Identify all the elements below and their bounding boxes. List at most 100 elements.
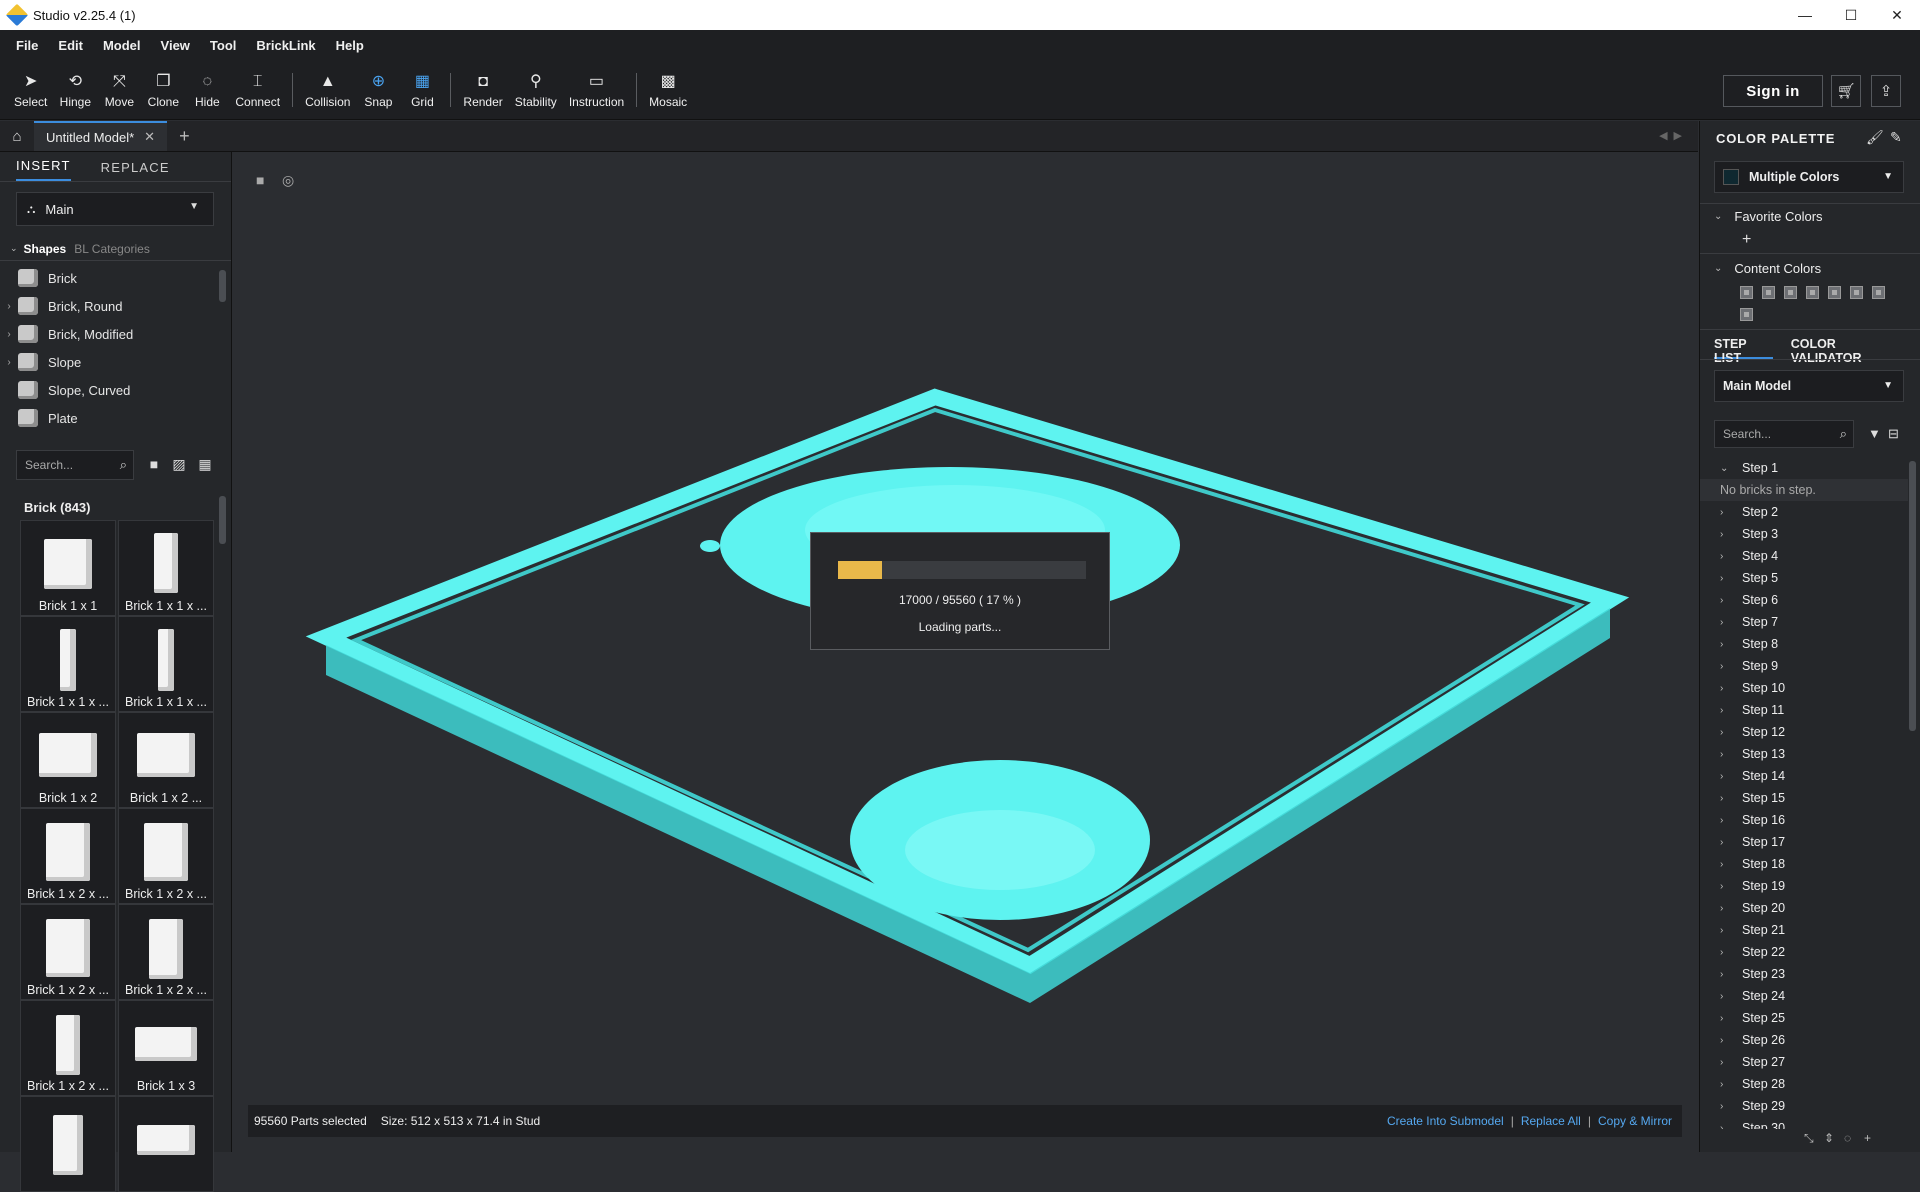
part-tile[interactable]: Brick 1 x 2 ...	[118, 712, 214, 808]
bl-categories-tab[interactable]: BL Categories	[74, 242, 150, 256]
step-item[interactable]: › Step 25	[1700, 1007, 1908, 1029]
chevron-right-icon[interactable]: ›	[1720, 617, 1732, 628]
step-item[interactable]: › Step 13	[1700, 743, 1908, 765]
tab-replace[interactable]: REPLACE	[101, 160, 170, 181]
chevron-right-icon[interactable]: ›	[1720, 573, 1732, 584]
category-item[interactable]: › Brick, Modified	[0, 320, 220, 348]
step-item[interactable]: › Step 18	[1700, 853, 1908, 875]
stability-tool-button[interactable]: ⚲ Stability	[509, 64, 563, 116]
tab-step-list[interactable]: STEP LIST	[1714, 331, 1773, 365]
step-item[interactable]: › Step 29	[1700, 1095, 1908, 1117]
view-toggle-icon[interactable]: ⊟	[1888, 426, 1899, 442]
paint-roller-icon[interactable]: 🖌︎	[1866, 129, 1884, 146]
menu-file[interactable]: File	[6, 38, 48, 53]
step-item[interactable]: › Step 17	[1700, 831, 1908, 853]
step-item[interactable]: › Step 6	[1700, 589, 1908, 611]
step-item[interactable]: › Step 15	[1700, 787, 1908, 809]
chevron-right-icon[interactable]: ›	[1720, 683, 1732, 694]
step-item[interactable]: › Step 9	[1700, 655, 1908, 677]
hinge-tool-button[interactable]: ⟲ Hinge	[53, 64, 97, 116]
chevron-right-icon[interactable]: ›	[1720, 661, 1732, 672]
chevron-right-icon[interactable]: ›	[1720, 1101, 1732, 1112]
color-swatch[interactable]	[1872, 286, 1885, 299]
chevron-right-icon[interactable]: ›	[1720, 1123, 1732, 1130]
medium-view-icon[interactable]: ▨	[171, 456, 187, 472]
filter-icon[interactable]: ▼	[1868, 426, 1881, 441]
menu-view[interactable]: View	[151, 38, 200, 53]
3d-viewport[interactable]: ■ ◎ 17000 / 95560 ( 17 % ) Loading parts…	[232, 152, 1698, 1152]
select-tool-button[interactable]: ➤ Select	[8, 64, 53, 116]
chevron-right-icon[interactable]: ›	[1720, 1035, 1732, 1046]
color-dropdown[interactable]: Multiple Colors ▼	[1714, 161, 1904, 193]
maximize-button[interactable]: ☐	[1828, 0, 1874, 30]
step-item[interactable]: › Step 26	[1700, 1029, 1908, 1051]
step-list-scrollbar[interactable]	[1909, 461, 1916, 731]
chevron-right-icon[interactable]: ›	[1720, 551, 1732, 562]
chevron-right-icon[interactable]: ›	[1720, 1057, 1732, 1068]
upload-icon[interactable]: ⇪	[1871, 75, 1901, 107]
close-window-button[interactable]: ✕	[1874, 0, 1920, 30]
color-swatch[interactable]	[1850, 286, 1863, 299]
color-swatch[interactable]	[1784, 286, 1797, 299]
part-search-input[interactable]: Search... ⌕	[16, 450, 134, 480]
category-item[interactable]: Plate	[0, 404, 220, 432]
color-swatch[interactable]	[1762, 286, 1775, 299]
menu-bricklink[interactable]: BrickLink	[246, 38, 325, 53]
part-tile[interactable]: Brick 1 x 1	[20, 520, 116, 616]
home-icon[interactable]: ⌂	[0, 121, 34, 151]
part-tile[interactable]: Brick 1 x 1 x ...	[20, 616, 116, 712]
replace-all-link[interactable]: Replace All	[1521, 1114, 1581, 1128]
tab-untitled-model[interactable]: Untitled Model* ✕	[34, 121, 168, 151]
chevron-right-icon[interactable]: ›	[1720, 529, 1732, 540]
chevron-right-icon[interactable]: ›	[1720, 925, 1732, 936]
parts-scrollbar[interactable]	[219, 496, 226, 544]
menu-model[interactable]: Model	[93, 38, 151, 53]
step-item[interactable]: › Step 5	[1700, 567, 1908, 589]
small-view-icon[interactable]: ▦	[197, 456, 213, 472]
step-item[interactable]: › Step 27	[1700, 1051, 1908, 1073]
search-icon[interactable]: ⌕	[1840, 426, 1847, 442]
add-favorite-color-button[interactable]: +	[1742, 231, 1751, 249]
part-tile[interactable]: Brick 1 x 2	[20, 712, 116, 808]
chevron-right-icon[interactable]: ›	[1720, 991, 1732, 1002]
step-item[interactable]: › Step 24	[1700, 985, 1908, 1007]
chevron-right-icon[interactable]: ›	[1720, 969, 1732, 980]
connect-tool-button[interactable]: ⌶ Connect	[229, 64, 286, 116]
step-item[interactable]: › Step 3	[1700, 523, 1908, 545]
category-item[interactable]: › Slope	[0, 348, 220, 376]
part-tile[interactable]: Brick 1 x 2 x ...	[20, 1000, 116, 1096]
instruction-tool-button[interactable]: ▭ Instruction	[563, 64, 630, 116]
close-tab-icon[interactable]: ✕	[144, 129, 155, 145]
favorite-colors-section[interactable]: ⌄ Favorite Colors	[1714, 209, 1823, 224]
menu-tool[interactable]: Tool	[200, 38, 246, 53]
category-scrollbar[interactable]	[219, 270, 226, 302]
chevron-right-icon[interactable]: ›	[1720, 639, 1732, 650]
tab-color-validator[interactable]: COLOR VALIDATOR	[1791, 331, 1902, 365]
content-colors-section[interactable]: ⌄ Content Colors	[1714, 261, 1821, 276]
chevron-right-icon[interactable]: ›	[1720, 1079, 1732, 1090]
expand-icon[interactable]: ⇕	[1824, 1131, 1834, 1145]
collapse-icon[interactable]: ⤡	[1804, 1131, 1814, 1146]
minimize-button[interactable]: —	[1782, 0, 1828, 30]
part-tile[interactable]: Brick 1 x 2 x ...	[20, 904, 116, 1000]
chevron-right-icon[interactable]: ›	[1720, 595, 1732, 606]
menu-edit[interactable]: Edit	[48, 38, 93, 53]
cart-icon[interactable]: 🛒︎	[1831, 75, 1861, 107]
large-view-icon[interactable]: ■	[146, 456, 162, 472]
part-tile[interactable]: Brick 1 x 2 x ...	[118, 904, 214, 1000]
mosaic-tool-button[interactable]: ▩ Mosaic	[643, 64, 693, 116]
step-item[interactable]: › Step 8	[1700, 633, 1908, 655]
palette-dropdown[interactable]: ⛬ Main ▼	[16, 192, 214, 226]
step-item[interactable]: › Step 21	[1700, 919, 1908, 941]
part-tile[interactable]	[20, 1096, 116, 1192]
part-tile[interactable]: Brick 1 x 2 x ...	[118, 808, 214, 904]
sign-in-button[interactable]: Sign in	[1723, 75, 1823, 107]
new-tab-icon[interactable]: +	[179, 126, 190, 147]
step-search-input[interactable]: Search... ⌕	[1714, 420, 1854, 448]
snap-tool-button[interactable]: ⊕ Snap	[356, 64, 400, 116]
part-tile[interactable]: Brick 1 x 3	[118, 1000, 214, 1096]
menu-help[interactable]: Help	[326, 38, 374, 53]
category-item[interactable]: › Brick, Round	[0, 292, 220, 320]
tab-scroll-arrows[interactable]: ◀▶	[1659, 129, 1688, 142]
render-tool-button[interactable]: ◘ Render	[457, 64, 508, 116]
